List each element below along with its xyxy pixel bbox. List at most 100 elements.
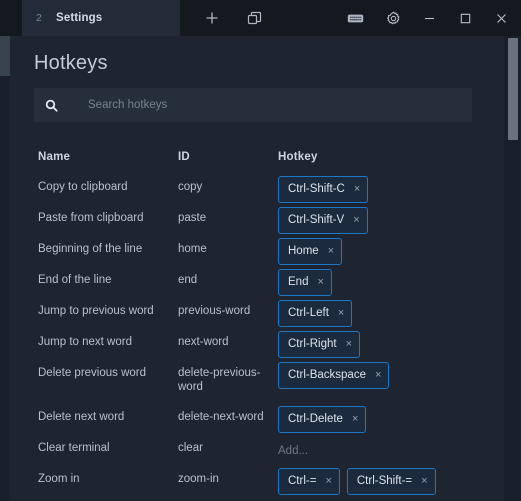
tabbar-gutter: [0, 0, 22, 36]
cell-id: delete-next-word: [178, 411, 264, 423]
hotkey-chip-label: Ctrl-Shift-=: [356, 475, 413, 487]
cell-hotkeys: Ctrl-Left ×: [278, 296, 504, 327]
table-row: Clear terminal clear Add...: [38, 433, 504, 464]
remove-hotkey-icon[interactable]: ×: [346, 335, 352, 354]
cell-id: previous-word: [178, 305, 251, 317]
close-button[interactable]: [483, 0, 519, 36]
table-row: End of the line end End ×: [38, 265, 504, 296]
cell-hotkeys: Ctrl-Shift-C ×: [278, 172, 504, 203]
remove-hotkey-icon[interactable]: ×: [338, 304, 344, 323]
table-row: Paste from clipboard paste Ctrl-Shift-V ×: [38, 203, 504, 234]
cell-id: next-word: [178, 336, 229, 348]
tab-settings[interactable]: 2 Settings: [22, 0, 180, 36]
cell-name: Copy to clipboard: [38, 181, 128, 193]
cell-hotkeys: Add...: [278, 433, 504, 457]
cell-name: Clear terminal: [38, 442, 110, 454]
hotkey-chip[interactable]: Ctrl-Backspace ×: [278, 362, 390, 389]
page-scrollbar-thumb[interactable]: [508, 38, 518, 140]
hotkey-chip[interactable]: Ctrl-= ×: [278, 468, 340, 495]
cell-name: Zoom in: [38, 473, 80, 485]
hotkey-chip[interactable]: Ctrl-Left ×: [278, 300, 353, 327]
cell-name: Paste from clipboard: [38, 212, 144, 224]
column-header-name: Name: [38, 151, 71, 163]
settings-window: 2 Settings Hotkeys Search hotkeys Name I…: [0, 0, 521, 501]
cell-hotkeys: Ctrl-= × Ctrl-Shift-= ×: [278, 464, 504, 495]
cell-name: Delete next word: [38, 411, 125, 423]
hotkey-chip[interactable]: End ×: [278, 269, 332, 296]
hotkey-chip[interactable]: Home ×: [278, 238, 343, 265]
table-row: Beginning of the line home Home ×: [38, 234, 504, 265]
cell-id: clear: [178, 442, 203, 454]
table-row: Zoom in zoom-in Ctrl-= × Ctrl-Shift-= ×: [38, 464, 504, 495]
add-hotkey-placeholder[interactable]: Add...: [278, 437, 308, 457]
hotkey-chip[interactable]: Ctrl-Shift-V ×: [278, 207, 368, 234]
table-row: Copy to clipboard copy Ctrl-Shift-C ×: [38, 172, 504, 203]
remove-hotkey-icon[interactable]: ×: [421, 472, 427, 491]
cell-name: Beginning of the line: [38, 243, 143, 255]
hotkeys-table: Name ID Hotkey Copy to clipboard copy Ctrl…: [38, 142, 504, 495]
cell-name: Jump to previous word: [38, 305, 154, 317]
remove-hotkey-icon[interactable]: ×: [353, 211, 359, 230]
table-row: Jump to previous word previous-word Ctrl-L…: [38, 296, 504, 327]
cell-id: copy: [178, 181, 203, 193]
hotkey-chip[interactable]: Ctrl-Delete ×: [278, 406, 367, 433]
cell-hotkeys: Home ×: [278, 234, 504, 265]
search-bar[interactable]: [34, 88, 472, 122]
titlebar: 2 Settings: [0, 0, 521, 36]
cell-id: delete-previous-word: [178, 367, 261, 393]
table-row: Jump to next word next-word Ctrl-Right ×: [38, 327, 504, 358]
new-tab-button[interactable]: [202, 8, 222, 28]
cell-hotkeys: Ctrl-Right ×: [278, 327, 504, 358]
hotkey-chip-label: Ctrl-Right: [288, 338, 337, 350]
duplicate-window-button[interactable]: [244, 8, 264, 28]
hotkey-chip-label: Home: [288, 245, 319, 257]
remove-hotkey-icon[interactable]: ×: [354, 180, 360, 199]
cell-hotkeys: Ctrl-Backspace ×: [278, 358, 504, 389]
left-scrollbar-track[interactable]: [0, 36, 10, 501]
search-icon: [34, 99, 68, 112]
table-row: Delete next word delete-next-word Ctrl-Del…: [38, 402, 504, 433]
hotkey-chip-label: Ctrl-Shift-V: [288, 214, 345, 226]
cell-id: end: [178, 274, 198, 286]
hotkey-chip-label: Ctrl-=: [288, 475, 317, 487]
remove-hotkey-icon[interactable]: ×: [375, 366, 381, 385]
cell-hotkeys: Ctrl-Shift-V ×: [278, 203, 504, 234]
cell-hotkeys: End ×: [278, 265, 504, 296]
hotkey-chip-label: Ctrl-Left: [288, 307, 329, 319]
tabbar-actions: [180, 0, 264, 36]
search-input[interactable]: [68, 99, 472, 111]
window-controls: [335, 0, 521, 36]
left-scrollbar-thumb[interactable]: [0, 36, 10, 76]
cell-id: zoom-in: [178, 473, 219, 485]
page-title: Hotkeys: [34, 52, 108, 74]
cell-id: paste: [178, 212, 207, 224]
table-header-row: Name ID Hotkey: [38, 142, 504, 172]
maximize-button[interactable]: [447, 0, 483, 36]
hotkey-chip-label: Ctrl-Shift-C: [288, 183, 345, 195]
hotkey-chip[interactable]: Ctrl-Right ×: [278, 331, 360, 358]
tab-index-label: 2: [36, 12, 43, 24]
minimize-button[interactable]: [411, 0, 447, 36]
cell-hotkeys: Ctrl-Delete ×: [278, 402, 504, 433]
table-row: Delete previous word delete-previous-word…: [38, 358, 504, 402]
hotkey-chip-label: Ctrl-Backspace: [288, 369, 366, 381]
remove-hotkey-icon[interactable]: ×: [317, 273, 323, 292]
hotkey-chip[interactable]: Ctrl-Shift-= ×: [346, 468, 436, 495]
remove-hotkey-icon[interactable]: ×: [325, 472, 331, 491]
hotkey-chip[interactable]: Ctrl-Shift-C ×: [278, 176, 369, 203]
settings-page: Hotkeys Name ID Hotkey Copy to clipboard…: [10, 36, 504, 501]
cell-name: Jump to next word: [38, 336, 132, 348]
keyboard-button[interactable]: [335, 0, 375, 36]
column-header-hotkey: Hotkey: [278, 151, 318, 163]
tab-title-label: Settings: [56, 12, 103, 24]
cell-name: Delete previous word: [38, 367, 147, 379]
hotkey-chip-label: Ctrl-Delete: [288, 413, 343, 425]
column-header-id: ID: [178, 151, 190, 163]
hotkey-chip-label: End: [288, 276, 309, 288]
remove-hotkey-icon[interactable]: ×: [328, 242, 334, 261]
titlebar-spacer: [264, 0, 335, 36]
cell-id: home: [178, 243, 207, 255]
remove-hotkey-icon[interactable]: ×: [352, 410, 358, 429]
cell-name: End of the line: [38, 274, 112, 286]
settings-gear-button[interactable]: [375, 0, 411, 36]
